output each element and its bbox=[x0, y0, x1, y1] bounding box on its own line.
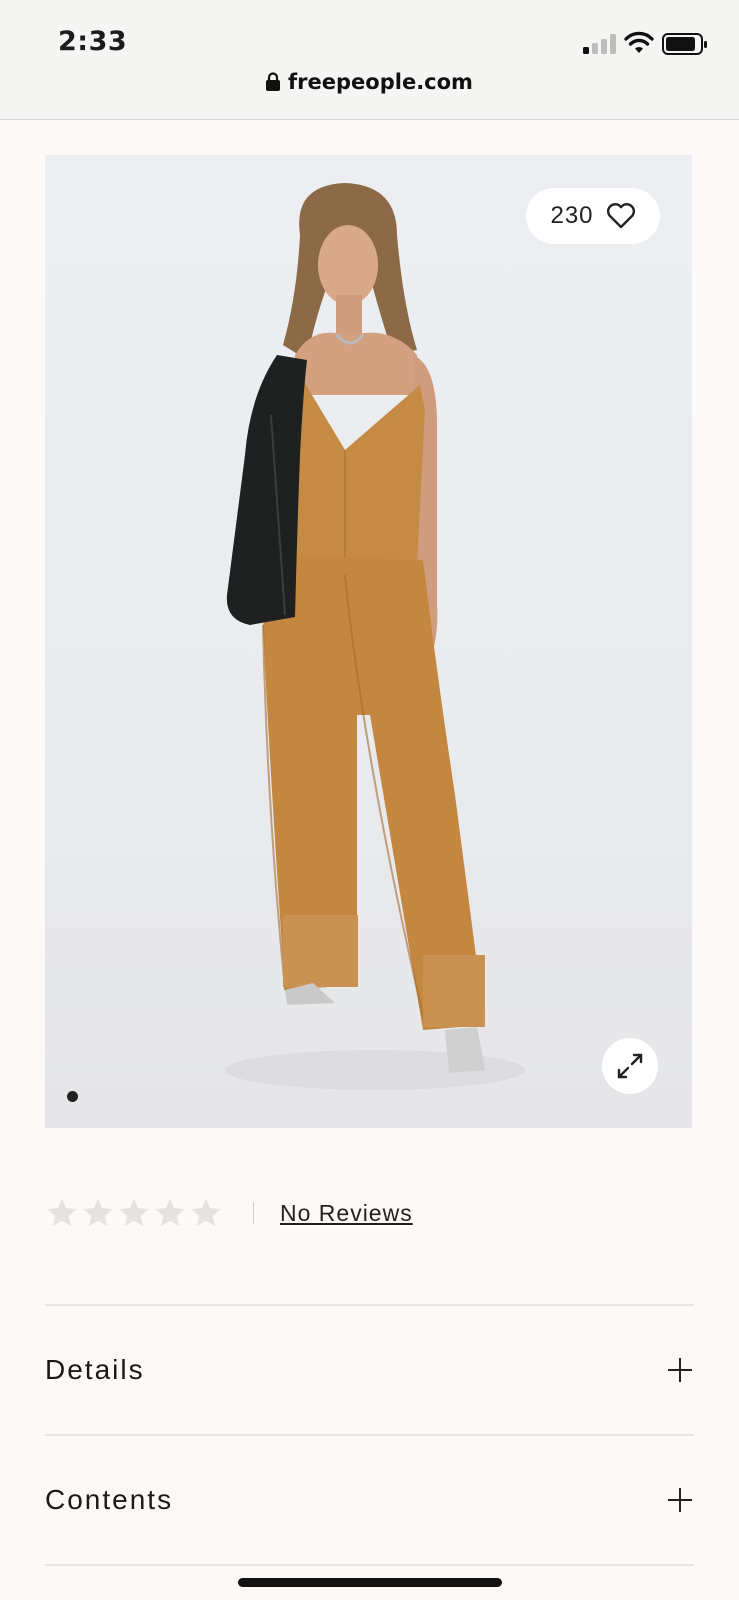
star-icon bbox=[47, 1198, 77, 1227]
star-icon bbox=[83, 1198, 113, 1227]
divider bbox=[45, 1434, 694, 1436]
divider bbox=[45, 1564, 694, 1566]
rating-row: No Reviews bbox=[45, 1193, 413, 1233]
heart-icon bbox=[606, 203, 635, 229]
rating-stars bbox=[45, 1196, 223, 1230]
favorites-count: 230 bbox=[550, 202, 594, 229]
carousel-indicator[interactable] bbox=[67, 1091, 78, 1102]
browser-status-bar: 2:33 freepeople.com bbox=[0, 0, 739, 120]
plus-icon bbox=[668, 1358, 692, 1382]
accordion-details[interactable]: Details bbox=[45, 1340, 694, 1400]
plus-icon bbox=[668, 1488, 692, 1512]
address-bar[interactable]: freepeople.com bbox=[0, 70, 739, 94]
home-indicator[interactable] bbox=[238, 1578, 502, 1587]
battery-icon bbox=[662, 33, 707, 55]
product-image[interactable]: 230 bbox=[45, 155, 692, 1128]
url-text: freepeople.com bbox=[288, 70, 473, 94]
accordion-label: Contents bbox=[45, 1484, 174, 1515]
favorite-button[interactable]: 230 bbox=[526, 188, 660, 244]
expand-icon bbox=[617, 1053, 643, 1079]
star-icon bbox=[191, 1198, 221, 1227]
accordion-contents[interactable]: Contents bbox=[45, 1470, 694, 1530]
no-reviews-link[interactable]: No Reviews bbox=[280, 1200, 413, 1227]
divider bbox=[45, 1304, 694, 1306]
star-icon bbox=[119, 1198, 149, 1227]
wifi-icon bbox=[624, 31, 654, 53]
accordion-label: Details bbox=[45, 1354, 145, 1385]
expand-image-button[interactable] bbox=[602, 1038, 658, 1094]
star-icon bbox=[155, 1198, 185, 1227]
lock-icon bbox=[266, 72, 281, 91]
rating-divider bbox=[253, 1202, 254, 1224]
cellular-signal-icon bbox=[583, 34, 617, 54]
model-photo bbox=[225, 183, 525, 1090]
status-time: 2:33 bbox=[58, 26, 128, 57]
